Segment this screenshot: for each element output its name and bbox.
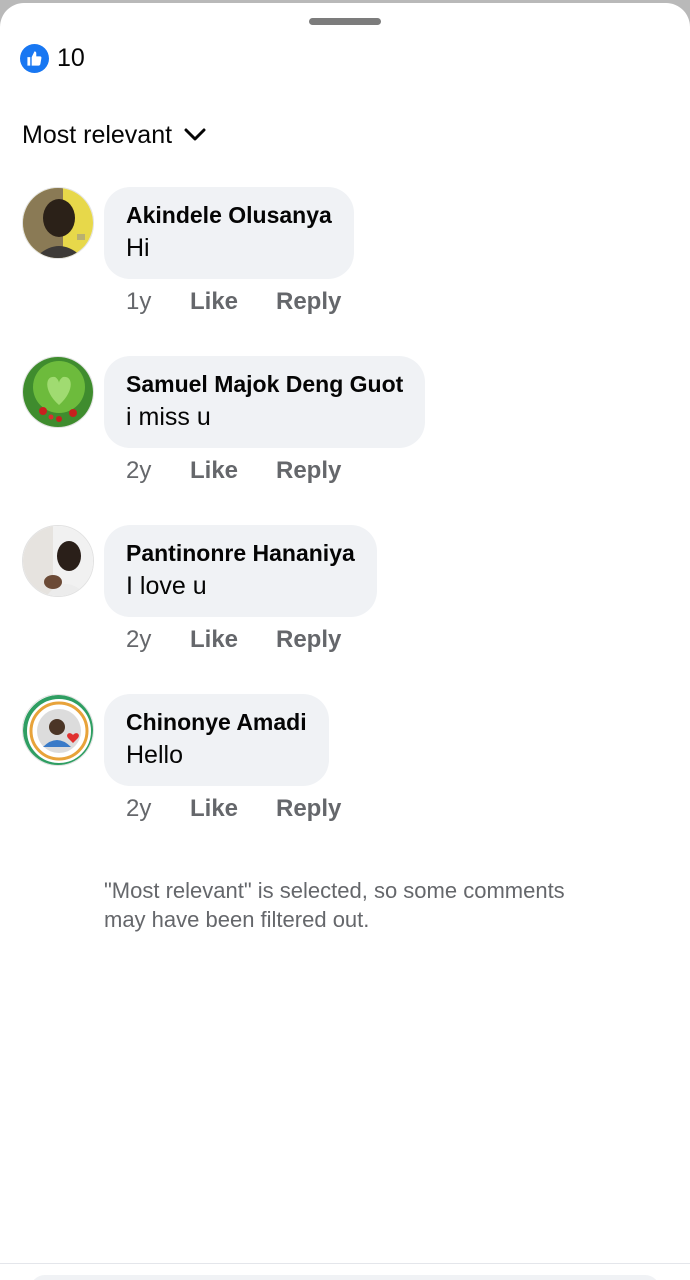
avatar[interactable] <box>22 525 94 597</box>
comment-time[interactable]: 1y <box>126 288 190 316</box>
like-button[interactable]: Like <box>190 795 276 823</box>
comment-author[interactable]: Pantinonre Hananiya <box>126 539 355 567</box>
avatar[interactable] <box>22 356 94 428</box>
avatar[interactable] <box>22 694 94 766</box>
filter-note: "Most relevant" is selected, so some com… <box>104 878 565 932</box>
like-button[interactable]: Like <box>190 457 276 485</box>
reaction-summary[interactable]: 10 <box>20 41 85 75</box>
reply-button[interactable]: Reply <box>276 626 341 654</box>
comments-sheet: 10 Most relevant Akindele Olusanya Hi 1y <box>0 3 690 1280</box>
thumbs-up-icon <box>20 43 49 73</box>
reaction-count: 10 <box>57 43 85 72</box>
chevron-down-icon <box>184 128 206 142</box>
comment-bubble[interactable]: Akindele Olusanya Hi <box>104 187 354 279</box>
sort-label: Most relevant <box>22 120 173 149</box>
comment-time[interactable]: 2y <box>126 626 190 654</box>
sort-dropdown[interactable]: Most relevant <box>22 116 206 154</box>
drag-handle[interactable] <box>309 18 381 25</box>
avatar[interactable] <box>22 187 94 259</box>
reply-button[interactable]: Reply <box>276 795 341 823</box>
comment-actions: 1y Like Reply <box>126 288 341 316</box>
comment-actions: 2y Like Reply <box>126 795 341 823</box>
comment-input[interactable] <box>30 1275 660 1280</box>
comment-text: i miss u <box>126 403 211 431</box>
reply-button[interactable]: Reply <box>276 288 341 316</box>
comment-text: I love u <box>126 572 207 600</box>
comment-author[interactable]: Akindele Olusanya <box>126 201 332 229</box>
comment-time[interactable]: 2y <box>126 457 190 485</box>
comment-time[interactable]: 2y <box>126 795 190 823</box>
comment-author[interactable]: Chinonye Amadi <box>126 708 307 736</box>
divider <box>0 1263 690 1264</box>
comment-bubble[interactable]: Chinonye Amadi Hello <box>104 694 329 786</box>
comment-text: Hi <box>126 234 150 262</box>
like-button[interactable]: Like <box>190 626 276 654</box>
comment-text: Hello <box>126 741 183 769</box>
comment-author[interactable]: Samuel Majok Deng Guot <box>126 370 403 398</box>
comment-bubble[interactable]: Samuel Majok Deng Guot i miss u <box>104 356 426 448</box>
like-button[interactable]: Like <box>190 288 276 316</box>
comment-actions: 2y Like Reply <box>126 626 341 654</box>
comment-bubble[interactable]: Pantinonre Hananiya I love u <box>104 525 377 617</box>
comment-actions: 2y Like Reply <box>126 457 341 485</box>
reply-button[interactable]: Reply <box>276 457 341 485</box>
